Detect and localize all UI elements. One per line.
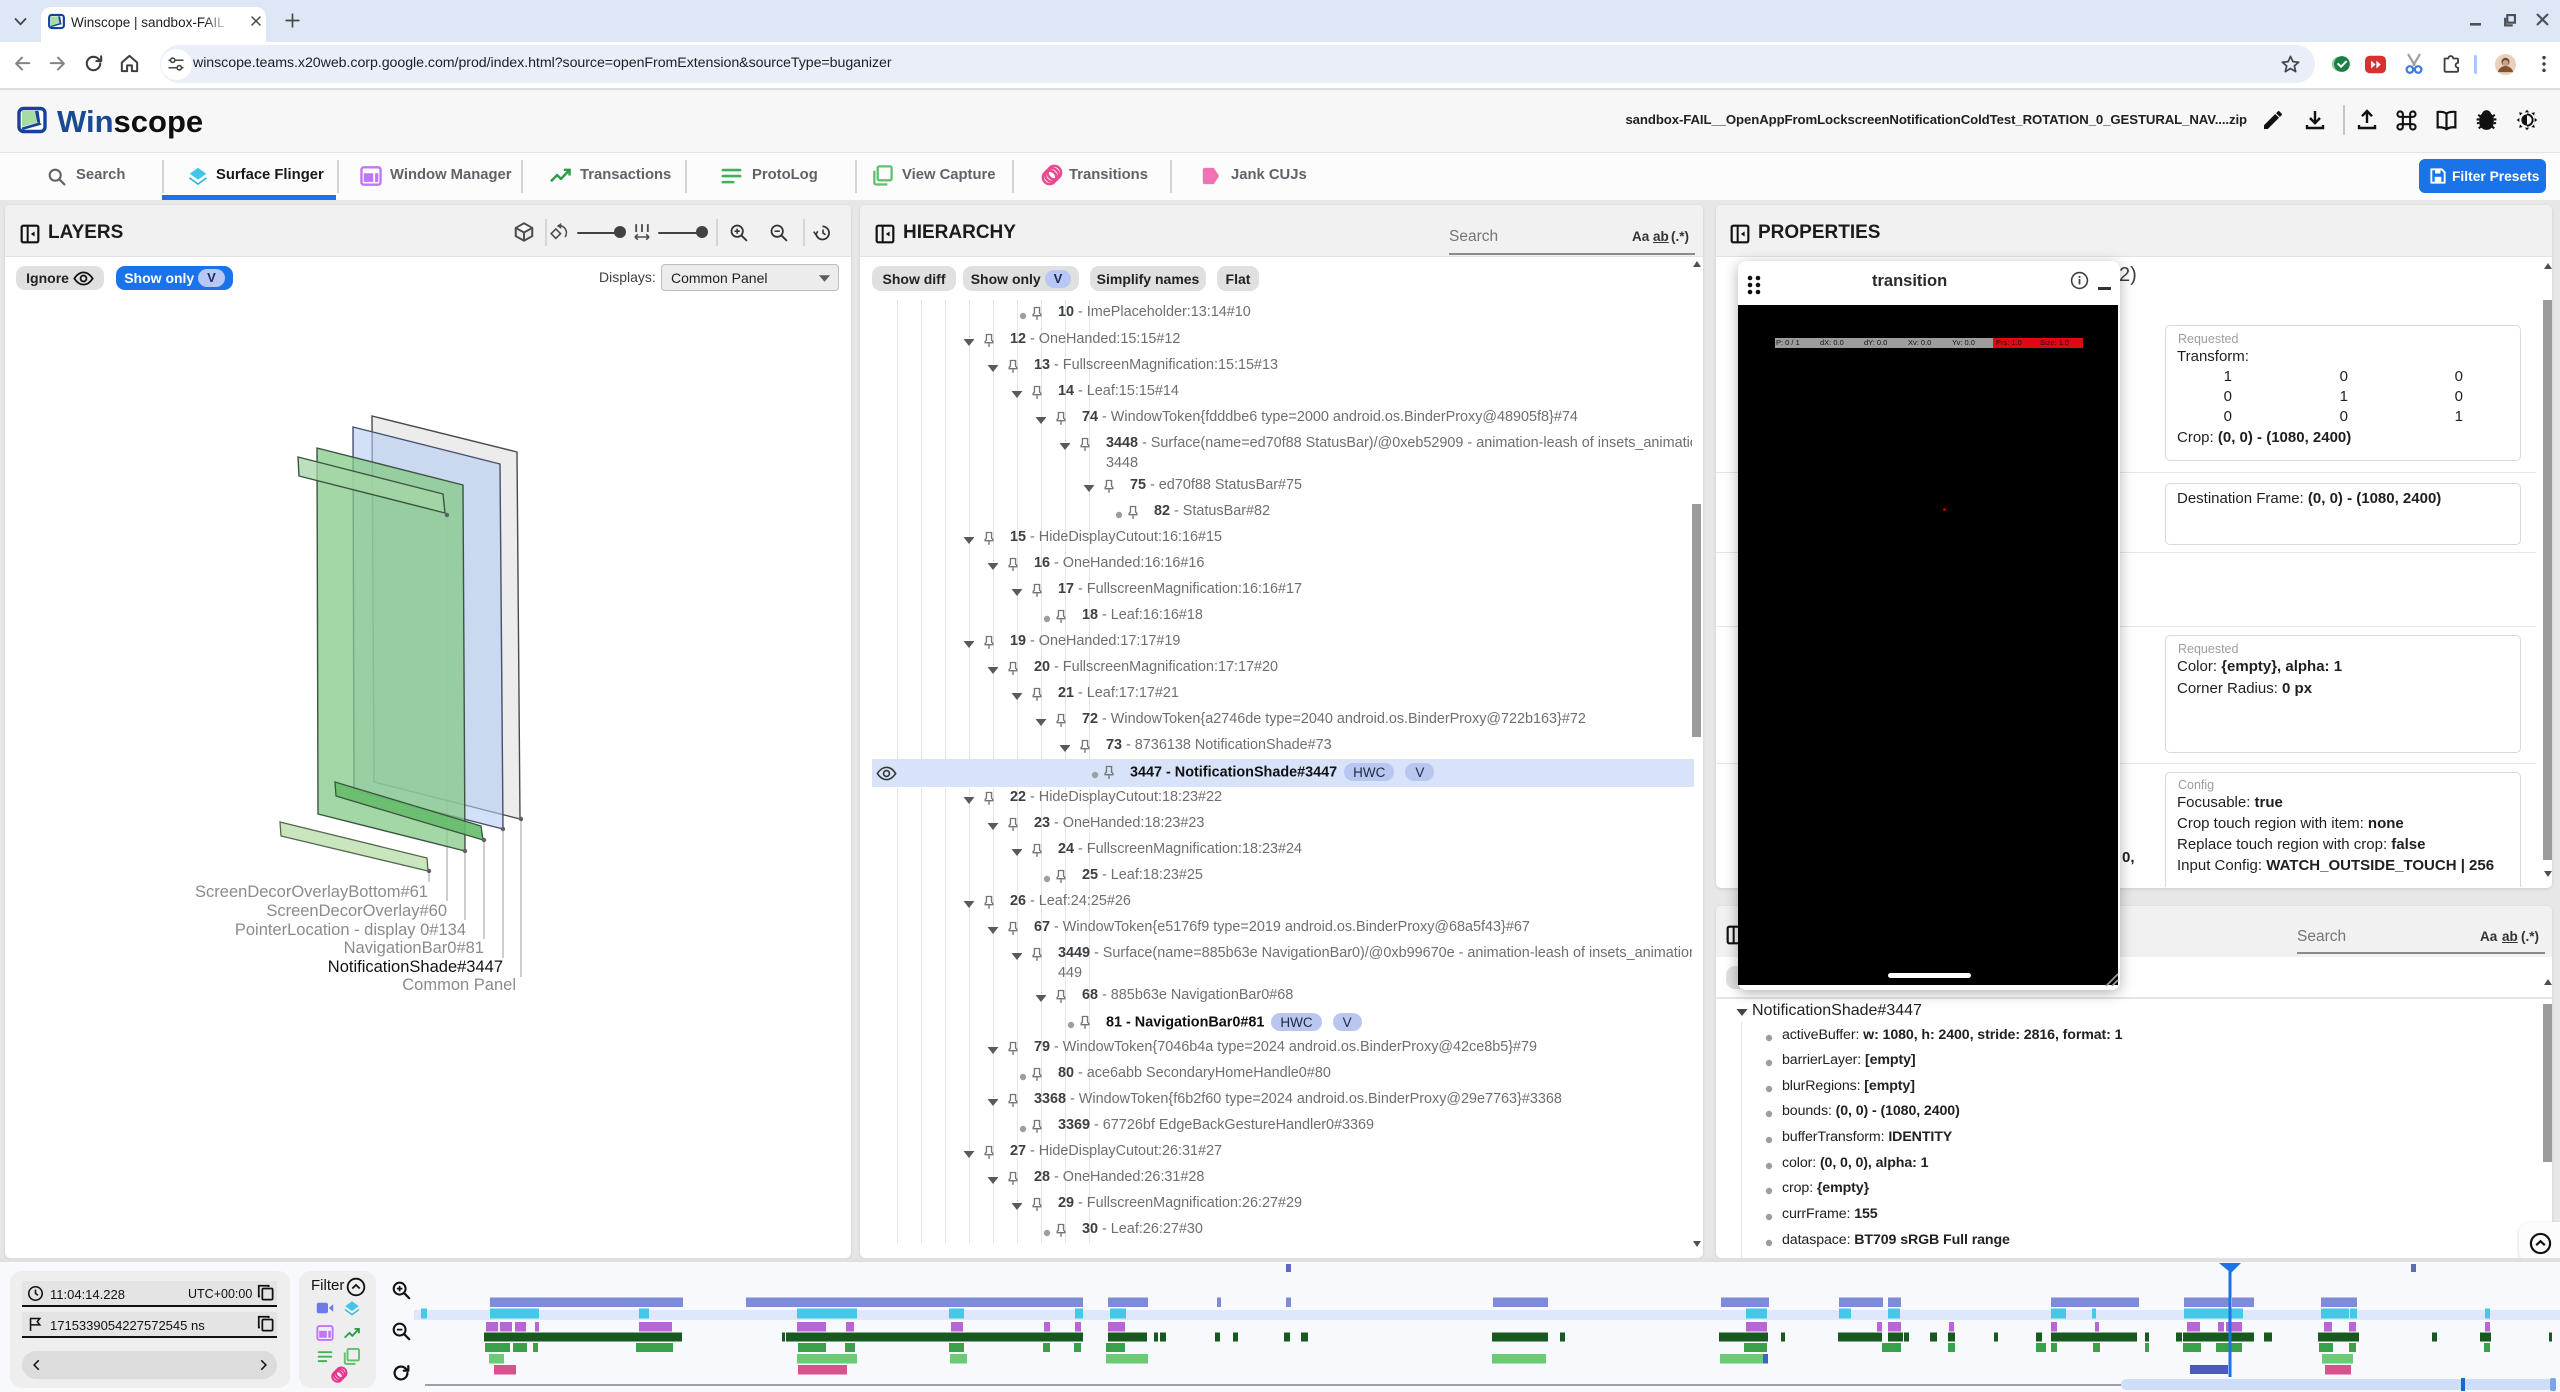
svg-text:NavigationBar0#81: NavigationBar0#81 bbox=[344, 939, 484, 957]
svg-text:ScreenDecorOverlay#60: ScreenDecorOverlay#60 bbox=[266, 902, 447, 920]
svg-text:NotificationShade#3447: NotificationShade#3447 bbox=[328, 958, 503, 976]
svg-text:Common Panel: Common Panel bbox=[402, 976, 516, 994]
svg-text:ScreenDecorOverlayBottom#61: ScreenDecorOverlayBottom#61 bbox=[195, 883, 428, 901]
svg-text:PointerLocation - display 0#13: PointerLocation - display 0#134 bbox=[235, 921, 466, 939]
